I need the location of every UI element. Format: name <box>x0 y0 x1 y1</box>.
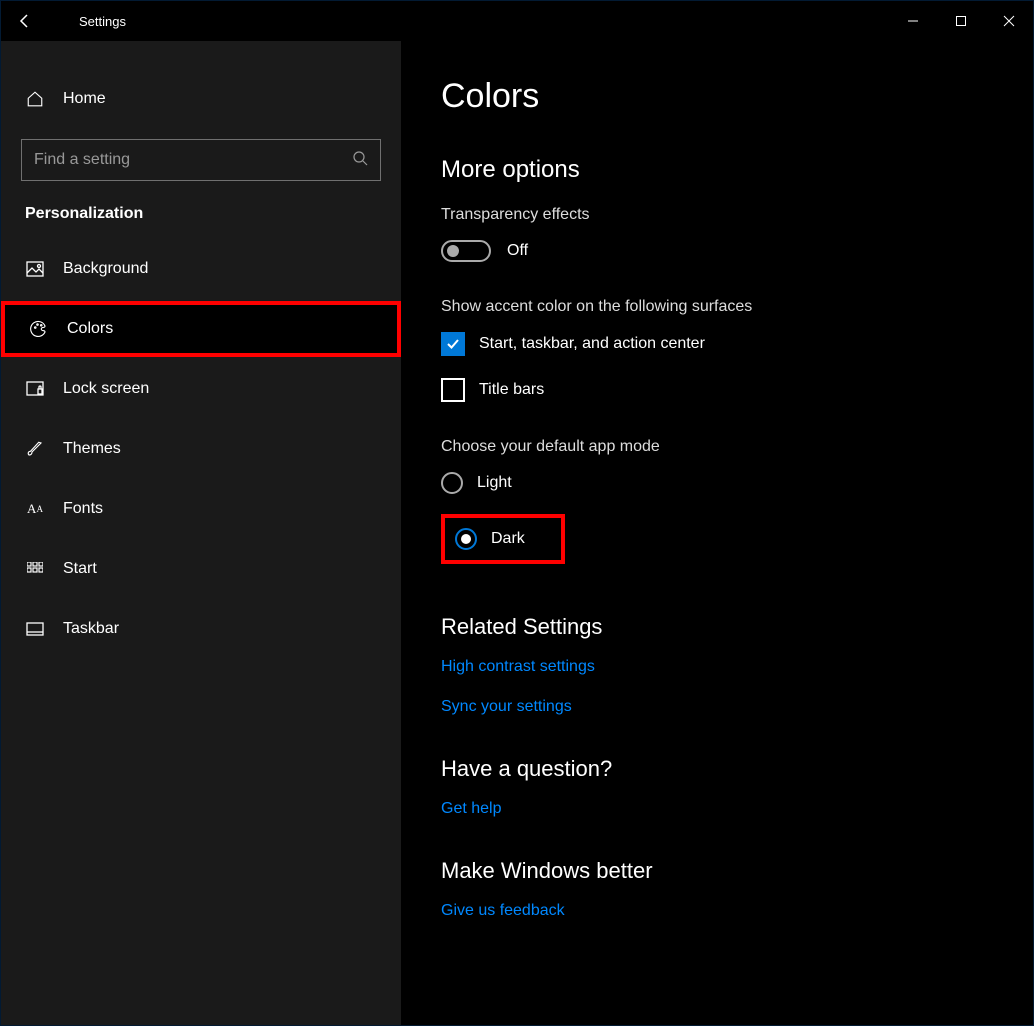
sidebar-item-lock-screen[interactable]: Lock screen <box>1 361 401 417</box>
search-box[interactable] <box>21 139 381 181</box>
main-content: Colors More options Transparency effects… <box>401 41 1033 1025</box>
home-nav[interactable]: Home <box>1 71 401 127</box>
start-icon <box>25 559 45 579</box>
minimize-button[interactable] <box>889 1 937 41</box>
picture-icon <box>25 259 45 279</box>
sidebar-item-themes[interactable]: Themes <box>1 421 401 477</box>
lock-screen-icon <box>25 379 45 399</box>
home-label: Home <box>63 90 106 108</box>
window-title: Settings <box>49 14 126 29</box>
have-question-heading: Have a question? <box>441 756 993 782</box>
link-get-help[interactable]: Get help <box>441 800 993 818</box>
sidebar-section-label: Personalization <box>1 205 401 223</box>
checkbox-start-taskbar[interactable] <box>441 332 465 356</box>
sidebar-item-background[interactable]: Background <box>1 241 401 297</box>
palette-icon <box>29 319 49 339</box>
more-options-heading: More options <box>441 156 993 184</box>
radio-label: Dark <box>491 530 525 548</box>
sidebar-item-fonts[interactable]: AA Fonts <box>1 481 401 537</box>
back-button[interactable] <box>1 1 49 41</box>
sidebar-item-label: Colors <box>67 320 113 338</box>
font-icon: AA <box>25 499 45 519</box>
link-feedback[interactable]: Give us feedback <box>441 902 565 919</box>
highlight-dark-mode: Dark <box>441 514 565 564</box>
app-mode-label: Choose your default app mode <box>441 438 993 456</box>
close-button[interactable] <box>985 1 1033 41</box>
sidebar-item-label: Background <box>63 260 148 278</box>
link-sync-settings[interactable]: Sync your settings <box>441 698 993 716</box>
brush-icon <box>25 439 45 459</box>
maximize-button[interactable] <box>937 1 985 41</box>
radio-label: Light <box>477 474 512 492</box>
sidebar: Home Personalization Background <box>1 41 401 1025</box>
sidebar-item-start[interactable]: Start <box>1 541 401 597</box>
link-high-contrast[interactable]: High contrast settings <box>441 658 993 676</box>
checkbox-label: Start, taskbar, and action center <box>479 335 705 353</box>
search-input[interactable] <box>34 151 352 169</box>
sidebar-item-colors[interactable]: Colors <box>1 301 401 357</box>
radio-dark[interactable] <box>455 528 477 550</box>
sidebar-item-taskbar[interactable]: Taskbar <box>1 601 401 657</box>
related-settings-heading: Related Settings <box>441 614 993 640</box>
title-bar: Settings <box>1 1 1033 41</box>
page-title: Colors <box>441 77 993 116</box>
search-icon <box>352 150 368 171</box>
sidebar-item-label: Start <box>63 560 97 578</box>
sidebar-item-label: Taskbar <box>63 620 119 638</box>
checkbox-label: Title bars <box>479 381 544 399</box>
accent-surfaces-label: Show accent color on the following surfa… <box>441 298 993 316</box>
transparency-toggle[interactable] <box>441 240 491 262</box>
transparency-label: Transparency effects <box>441 206 993 224</box>
home-icon <box>25 89 45 109</box>
sidebar-item-label: Themes <box>63 440 121 458</box>
radio-light[interactable] <box>441 472 463 494</box>
checkbox-title-bars[interactable] <box>441 378 465 402</box>
sidebar-item-label: Fonts <box>63 500 103 518</box>
taskbar-icon <box>25 619 45 639</box>
transparency-state: Off <box>507 242 528 260</box>
make-better-heading: Make Windows better <box>441 858 993 884</box>
sidebar-item-label: Lock screen <box>63 380 149 398</box>
